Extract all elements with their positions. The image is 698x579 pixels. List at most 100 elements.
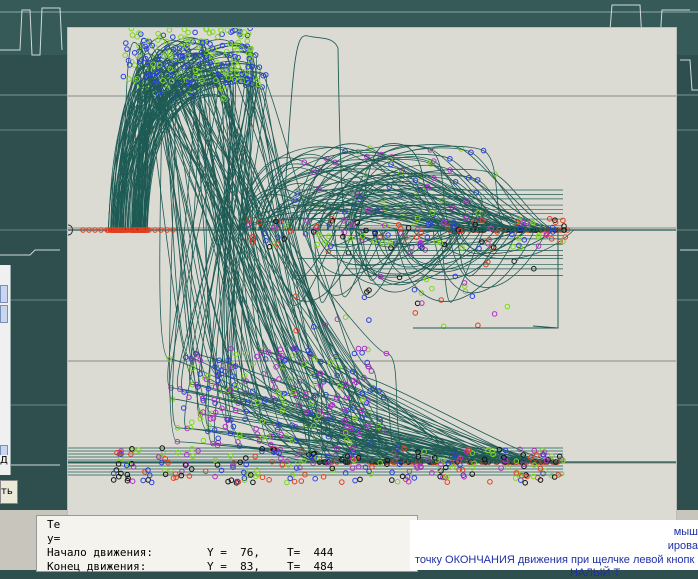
trajectory-marker — [129, 446, 135, 452]
trajectory-marker — [129, 478, 136, 485]
trajectory-marker — [224, 28, 231, 33]
trajectory-marker — [560, 238, 566, 245]
trajectory-marker — [110, 477, 117, 483]
trajectory-marker — [244, 38, 251, 44]
trajectory-marker — [449, 464, 456, 470]
trajectory-marker — [366, 317, 372, 323]
info-row-2: у= — [47, 532, 61, 545]
trajectory-marker — [359, 350, 365, 356]
scroll-up-button[interactable] — [0, 285, 8, 303]
movement-info-panel: Те у= Начало движения: Y = 76, T= 444 Ко… — [36, 515, 418, 573]
trajectory-canvas — [68, 28, 676, 486]
trajectory-marker — [235, 54, 241, 61]
trajectory-trace — [456, 229, 555, 254]
trajectory-marker — [247, 28, 253, 31]
trajectory-marker — [170, 34, 176, 40]
hint-line-3: точку ОКОНЧАНИЯ движения при щелчке лево… — [415, 554, 695, 566]
trajectory-marker — [277, 346, 284, 353]
trajectory-marker — [254, 353, 260, 360]
trajectory-marker — [136, 447, 142, 454]
trajectory-marker — [235, 39, 242, 46]
trajectory-marker — [189, 419, 195, 426]
trajectory-marker — [388, 245, 394, 251]
trajectory-marker — [131, 62, 138, 68]
trajectory-marker — [444, 479, 451, 485]
left-toolbar — [0, 265, 11, 475]
trajectory-marker — [266, 477, 272, 483]
d-label: Д — [0, 455, 10, 469]
trajectory-marker — [512, 475, 519, 481]
trajectory-marker — [259, 474, 266, 481]
trajectory-marker — [475, 322, 481, 329]
trajectory-marker — [385, 232, 391, 238]
trajectory-marker — [394, 478, 401, 485]
hint-line-2: ирова — [667, 540, 698, 552]
trajectory-marker — [186, 473, 193, 479]
trajectory-marker — [252, 453, 258, 460]
trajectory-marker — [487, 479, 493, 485]
trajectory-plot[interactable] — [67, 27, 677, 550]
trajectory-marker — [192, 29, 198, 36]
trajectory-marker — [522, 480, 529, 486]
movement-start-y: Y = 76, — [207, 546, 260, 559]
trajectory-marker — [243, 455, 249, 461]
instruction-hint: мыш ирова точку ОКОНЧАНИЯ движения при щ… — [410, 520, 698, 579]
trajectory-marker — [129, 32, 136, 38]
movement-start-label: Начало движения: — [47, 546, 153, 559]
movement-end-t: T= 484 — [287, 560, 334, 573]
trajectory-trace — [281, 229, 337, 280]
trajectory-marker — [312, 475, 318, 482]
trajectory-marker — [325, 233, 332, 239]
trajectory-marker — [521, 237, 528, 243]
trajectory-marker — [200, 437, 207, 444]
trajectory-marker — [351, 350, 358, 357]
trajectory-marker — [469, 471, 476, 477]
trajectory-marker — [429, 470, 435, 476]
trajectory-marker — [411, 286, 418, 293]
trajectory-marker — [339, 479, 345, 485]
trajectory-marker — [189, 446, 195, 452]
hint-line-1: мыш — [673, 526, 698, 538]
trajectory-marker — [469, 293, 476, 300]
trajectory-marker — [215, 34, 221, 40]
hint-line-4: НАЛЫЙ Т — [570, 567, 621, 579]
trajectory-marker — [168, 468, 174, 475]
trajectory-marker — [549, 453, 555, 459]
trajectory-marker — [178, 34, 184, 40]
trajectory-marker — [549, 473, 555, 479]
trajectory-marker — [190, 453, 196, 460]
trajectory-trace — [107, 83, 517, 463]
trajectory-marker — [504, 303, 511, 310]
trajectory-marker — [510, 244, 516, 250]
trajectory-marker — [476, 245, 482, 252]
info-row-1: Те — [47, 518, 61, 531]
trajectory-marker — [355, 345, 362, 352]
trajectory-marker — [349, 465, 356, 472]
trajectory-marker — [412, 310, 419, 316]
trajectory-marker — [123, 40, 129, 46]
action-button[interactable]: ть — [0, 480, 18, 504]
trajectory-marker — [202, 468, 209, 475]
trajectory-marker — [298, 478, 305, 484]
scroll-down-button[interactable] — [0, 305, 8, 323]
trajectory-marker — [148, 479, 155, 486]
trajectory-marker — [456, 466, 463, 473]
movement-end-y: Y = 83, — [207, 560, 260, 573]
trajectory-marker — [284, 479, 290, 486]
trajectory-marker — [120, 73, 127, 80]
trajectory-marker — [124, 46, 130, 52]
trajectory-trace — [115, 83, 537, 463]
movement-start-t: T= 444 — [287, 546, 334, 559]
trajectory-marker — [406, 468, 413, 475]
trajectory-marker — [491, 311, 498, 317]
trajectory-marker — [291, 478, 298, 485]
trajectory-marker — [389, 477, 395, 483]
trajectory-marker — [498, 465, 504, 472]
trajectory-marker — [131, 50, 138, 56]
trajectory-marker — [342, 470, 349, 476]
trajectory-marker — [342, 314, 349, 321]
trajectory-marker — [250, 479, 256, 486]
trajectory-marker — [166, 28, 173, 33]
trajectory-marker — [355, 463, 362, 470]
trajectory-marker — [352, 477, 358, 484]
